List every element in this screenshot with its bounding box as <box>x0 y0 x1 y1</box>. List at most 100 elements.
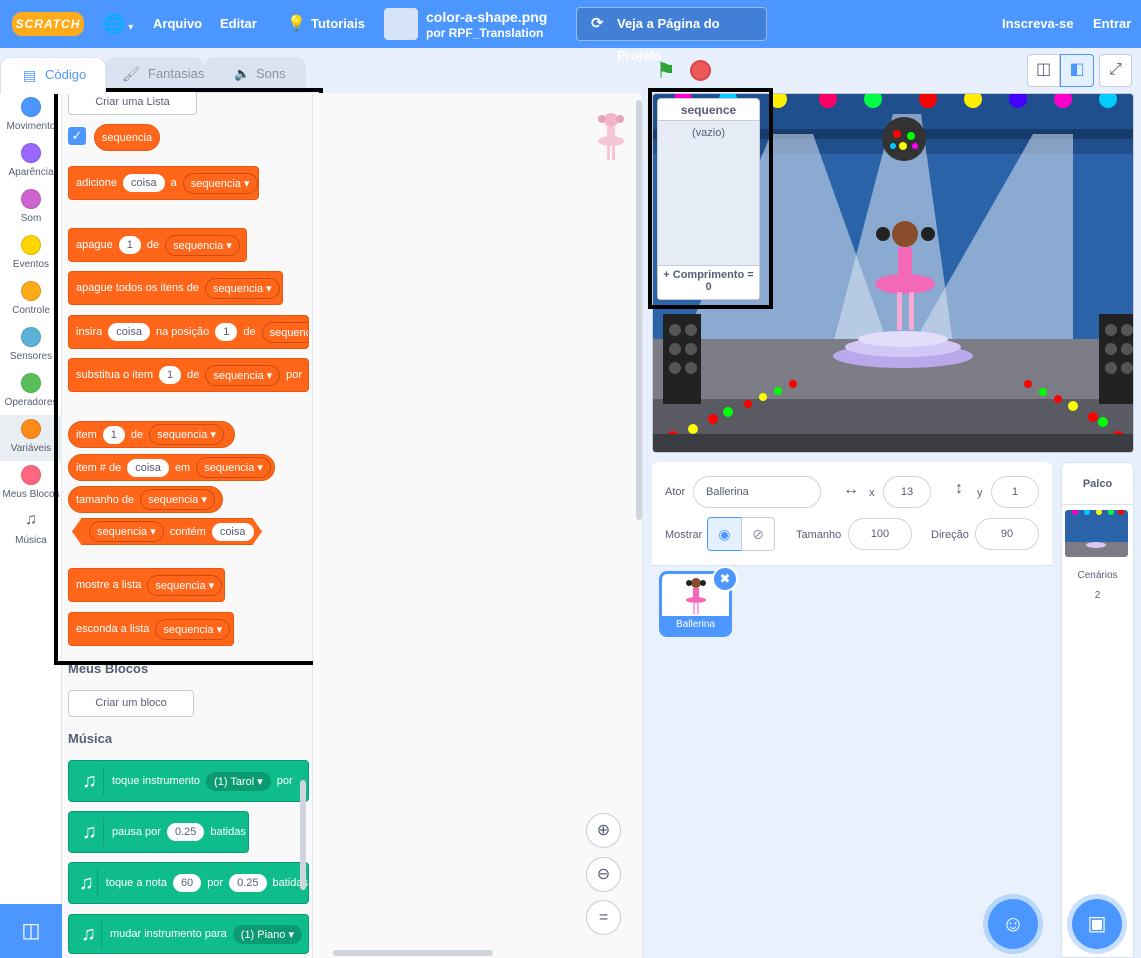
brush-icon: 🖌 <box>122 66 140 82</box>
category-motion[interactable]: Movimento <box>0 97 62 132</box>
direction-input[interactable]: 90 <box>975 518 1039 550</box>
number-input[interactable]: 0.25 <box>229 874 267 892</box>
x-input[interactable]: 13 <box>883 476 931 508</box>
sprite-thumbnail-name: Ballerina <box>662 616 729 634</box>
globe-icon[interactable]: 🌐 ▾ <box>103 0 133 48</box>
x-label: x <box>869 487 875 499</box>
category-sound[interactable]: Som <box>0 189 62 224</box>
drum-dropdown[interactable]: (1) Tarol <box>206 771 271 791</box>
menu-file[interactable]: Arquivo <box>153 0 202 48</box>
cat-plus-icon: ☺ <box>1001 911 1025 936</box>
category-operators-icon <box>21 373 41 393</box>
large-stage-button[interactable]: ◧ <box>1060 54 1094 87</box>
y-input[interactable]: 1 <box>991 476 1039 508</box>
category-looks-icon <box>21 143 41 163</box>
zoom-out-icon: ⊖ <box>596 866 611 883</box>
zoom-out-button[interactable]: ⊖ <box>586 857 621 892</box>
eye-slash-icon: ⊘ <box>752 526 764 542</box>
block-play-drum[interactable]: ♫ toque instrumento (1) Tarol por <box>68 760 309 802</box>
block-text: por <box>207 877 224 889</box>
add-sprite-button[interactable]: ☺ <box>988 899 1038 949</box>
project-author[interactable]: por RPF_Translation <box>426 26 543 40</box>
menu-edit[interactable]: Editar <box>220 0 257 48</box>
make-block-button[interactable]: Criar um bloco <box>68 690 194 717</box>
speaker-icon: 🔈 <box>234 66 251 81</box>
music-note-icon: ♫ <box>76 920 102 948</box>
instrument-dropdown[interactable]: (1) Piano <box>232 924 302 944</box>
fullscreen-button[interactable]: ⤢ <box>1099 54 1132 87</box>
category-control[interactable]: Controle <box>0 281 62 316</box>
zoom-reset-button[interactable]: = <box>586 900 621 935</box>
project-title[interactable]: color-a-shape.png <box>426 9 547 25</box>
hide-sprite-button[interactable]: ⊘ <box>741 517 775 551</box>
category-label: Sensores <box>9 351 53 362</box>
signup-link[interactable]: Inscreva-se <box>1002 0 1074 48</box>
category-label: Controle <box>12 305 50 316</box>
green-flag-icon[interactable]: ⚑ <box>656 58 676 84</box>
small-stage-button[interactable]: ◫ <box>1027 54 1060 87</box>
category-label: Variáveis <box>10 443 52 454</box>
sprite-name-label: Ator <box>665 486 686 498</box>
category-my-blocks[interactable]: Meus Blocos <box>0 465 62 500</box>
large-stage-icon: ◧ <box>1069 61 1085 78</box>
remix-icon: ⟳ <box>591 15 604 32</box>
script-vertical-scrollbar[interactable] <box>636 100 642 520</box>
tab-code[interactable]: ▤ Código <box>0 57 106 94</box>
y-arrows-icon: ↕ <box>955 480 963 497</box>
block-set-instrument[interactable]: ♫ mudar instrumento para (1) Piano <box>68 914 309 954</box>
category-sensing[interactable]: Sensores <box>0 327 62 362</box>
sprite-name-input[interactable]: Ballerina <box>693 476 821 508</box>
category-music-icon: ♫ <box>25 511 37 528</box>
category-label: Som <box>20 213 42 224</box>
small-stage-icon: ◫ <box>1035 61 1052 78</box>
add-extension-button[interactable]: ◫ <box>0 904 62 958</box>
backdrop-thumbnail[interactable] <box>1065 510 1128 557</box>
category-label: Operadores <box>4 397 58 408</box>
y-label: y <box>977 487 983 499</box>
size-input[interactable]: 100 <box>848 518 912 550</box>
script-horizontal-scrollbar[interactable] <box>333 950 493 956</box>
show-label: Mostrar <box>665 529 703 541</box>
category-label: Meus Blocos <box>2 489 60 500</box>
category-sound-icon <box>21 189 41 209</box>
number-input[interactable]: 0.25 <box>166 823 205 841</box>
x-arrows-icon: ↔ <box>843 481 859 498</box>
see-project-label: Veja a Página do Projeto <box>617 16 720 63</box>
category-operators[interactable]: Operadores <box>0 373 62 408</box>
category-sensing-icon <box>21 327 41 347</box>
signin-link[interactable]: Entrar <box>1093 0 1131 48</box>
category-variables-icon <box>21 419 41 439</box>
category-label: Movimento <box>6 121 56 132</box>
show-sprite-button[interactable]: ◉ <box>707 517 742 551</box>
add-backdrop-button[interactable]: ▣ <box>1072 899 1122 949</box>
block-text: toque instrumento <box>112 775 201 787</box>
tab-sounds-label: Sons <box>256 66 286 81</box>
see-project-page-button[interactable]: ⟳ Veja a Página do Projeto <box>576 7 767 63</box>
palette-scrollbar[interactable] <box>300 780 306 890</box>
block-rest[interactable]: ♫ pausa por 0.25 batidas <box>68 811 249 853</box>
highlight-box-monitor <box>648 88 773 309</box>
category-variables[interactable]: Variáveis <box>0 419 62 454</box>
block-text: pausa por <box>112 826 161 838</box>
zoom-in-button[interactable]: ⊕ <box>586 813 621 848</box>
delete-sprite-button[interactable]: ✖ <box>712 566 738 592</box>
category-label: Eventos <box>12 259 50 270</box>
category-looks[interactable]: Aparência <box>0 143 62 178</box>
scratch-logo[interactable]: SCRATCH <box>12 12 84 36</box>
image-plus-icon: ▣ <box>1087 913 1107 935</box>
menu-tutorials[interactable]: Tutoriais <box>311 0 365 48</box>
category-control-icon <box>21 281 41 301</box>
category-my-blocks-icon <box>21 465 41 485</box>
sprite-watermark <box>595 110 627 162</box>
number-input[interactable]: 60 <box>172 874 202 892</box>
block-text: mudar instrumento para <box>110 928 227 940</box>
category-events[interactable]: Eventos <box>0 235 62 270</box>
music-heading: Música <box>68 731 113 746</box>
lightbulb-icon: 💡 <box>287 15 306 32</box>
block-text: por <box>276 775 293 787</box>
stage-title: Palco <box>1082 478 1113 490</box>
stop-icon[interactable] <box>690 60 711 81</box>
trash-icon: ✖ <box>719 571 731 586</box>
category-music[interactable]: ♫ Música <box>0 511 62 546</box>
block-play-note[interactable]: ♫ toque a nota 60 por 0.25 batidas <box>68 862 309 904</box>
